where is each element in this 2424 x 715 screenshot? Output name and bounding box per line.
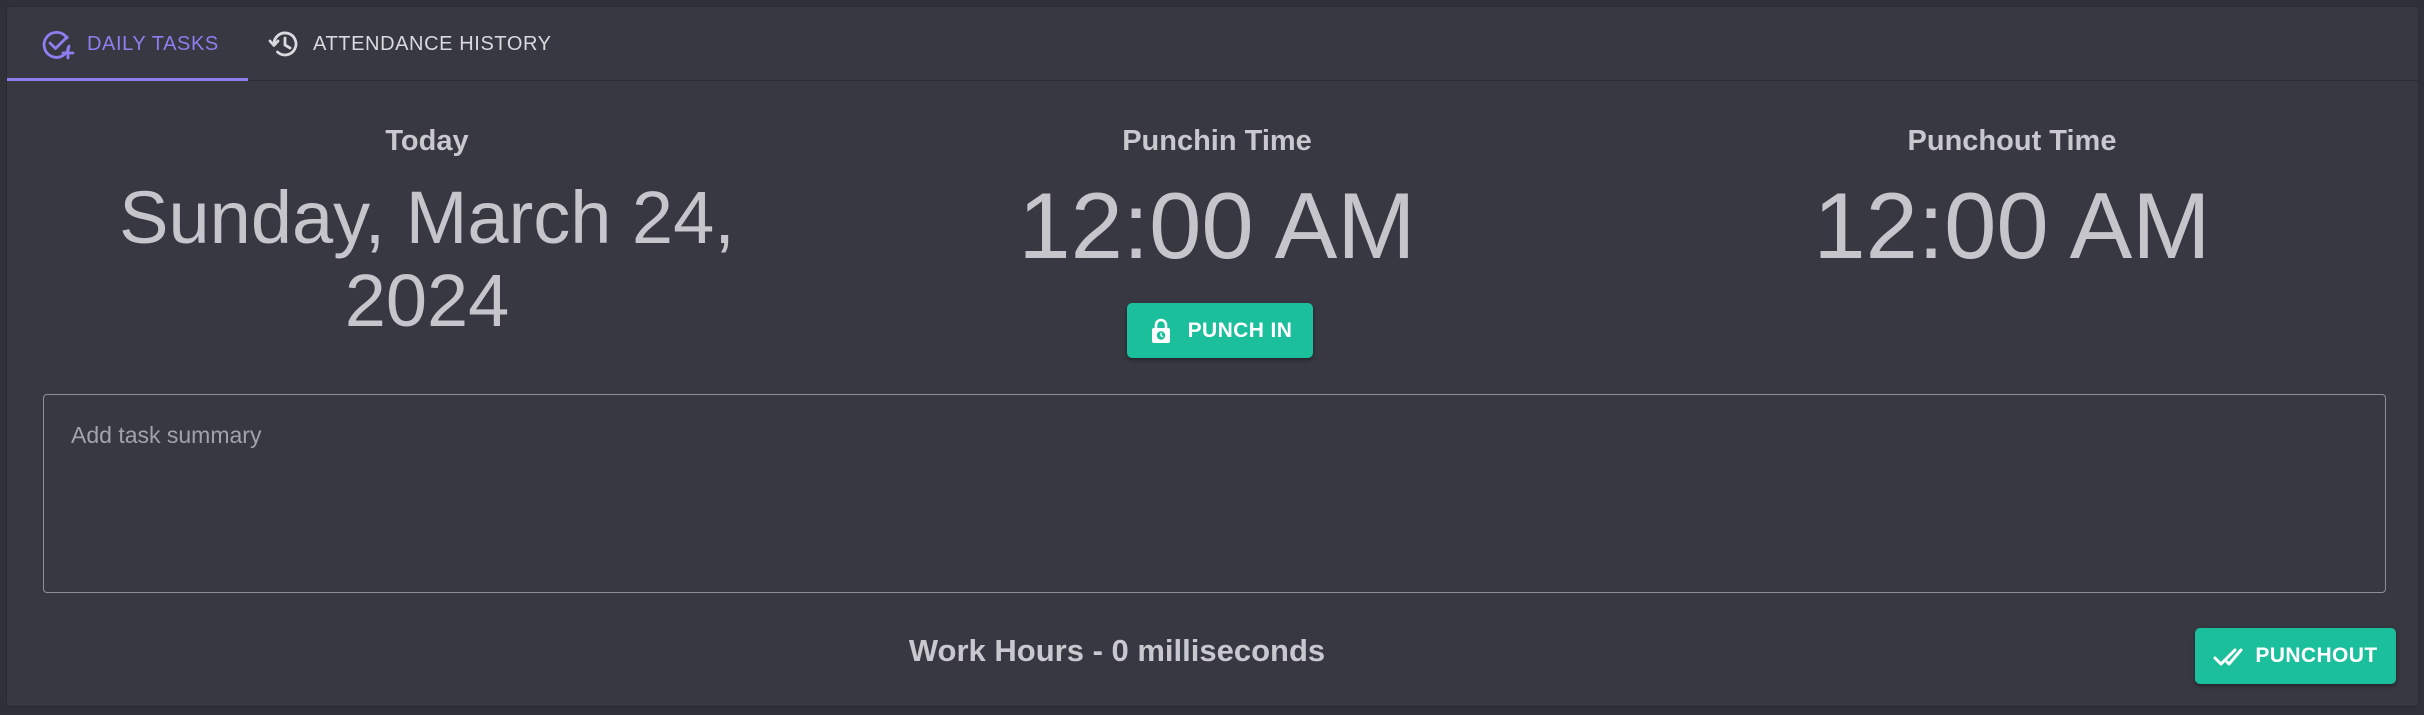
work-hours-text: Work Hours - 0 milliseconds bbox=[908, 633, 1326, 668]
punchout-button-label: PUNCHOUT bbox=[2255, 644, 2378, 667]
check-circle-plus-icon bbox=[41, 27, 75, 61]
punchin-column: Punchin Time 12:00 AM PUNCH IN bbox=[907, 125, 1527, 358]
lock-clock-icon bbox=[1148, 318, 1174, 344]
task-summary-input[interactable] bbox=[43, 394, 2386, 593]
today-column: Today Sunday, March 24, 2024 bbox=[112, 125, 742, 342]
tab-daily-tasks[interactable]: DAILY TASKS bbox=[41, 7, 219, 81]
today-date: Sunday, March 24, 2024 bbox=[112, 176, 742, 342]
today-label: Today bbox=[385, 125, 469, 157]
today-date-line1: Sunday, March 24, bbox=[119, 176, 735, 259]
tab-daily-tasks-label: DAILY TASKS bbox=[87, 32, 219, 55]
punch-in-button-label: PUNCH IN bbox=[1187, 318, 1293, 342]
punchout-time: 12:00 AM bbox=[1813, 173, 2211, 278]
punchin-time: 12:00 AM bbox=[1018, 173, 1416, 278]
punchout-label: Punchout Time bbox=[1907, 125, 2117, 157]
tab-attendance-history-label: ATTENDANCE HISTORY bbox=[313, 32, 552, 55]
punch-in-button[interactable]: PUNCH IN bbox=[1127, 303, 1313, 358]
attendance-card: DAILY TASKS ATTENDANCE HISTORY Today Sun… bbox=[6, 6, 2419, 707]
tab-attendance-history[interactable]: ATTENDANCE HISTORY bbox=[267, 7, 552, 81]
punchout-button[interactable]: PUNCHOUT bbox=[2195, 628, 2396, 684]
punchin-label: Punchin Time bbox=[1122, 125, 1312, 157]
punchout-column: Punchout Time 12:00 AM bbox=[1697, 125, 2327, 276]
tab-bar: DAILY TASKS ATTENDANCE HISTORY bbox=[7, 7, 2418, 81]
today-date-line2: 2024 bbox=[344, 259, 510, 342]
active-tab-indicator bbox=[7, 78, 248, 81]
history-icon bbox=[267, 27, 301, 61]
double-check-icon bbox=[2213, 641, 2243, 671]
